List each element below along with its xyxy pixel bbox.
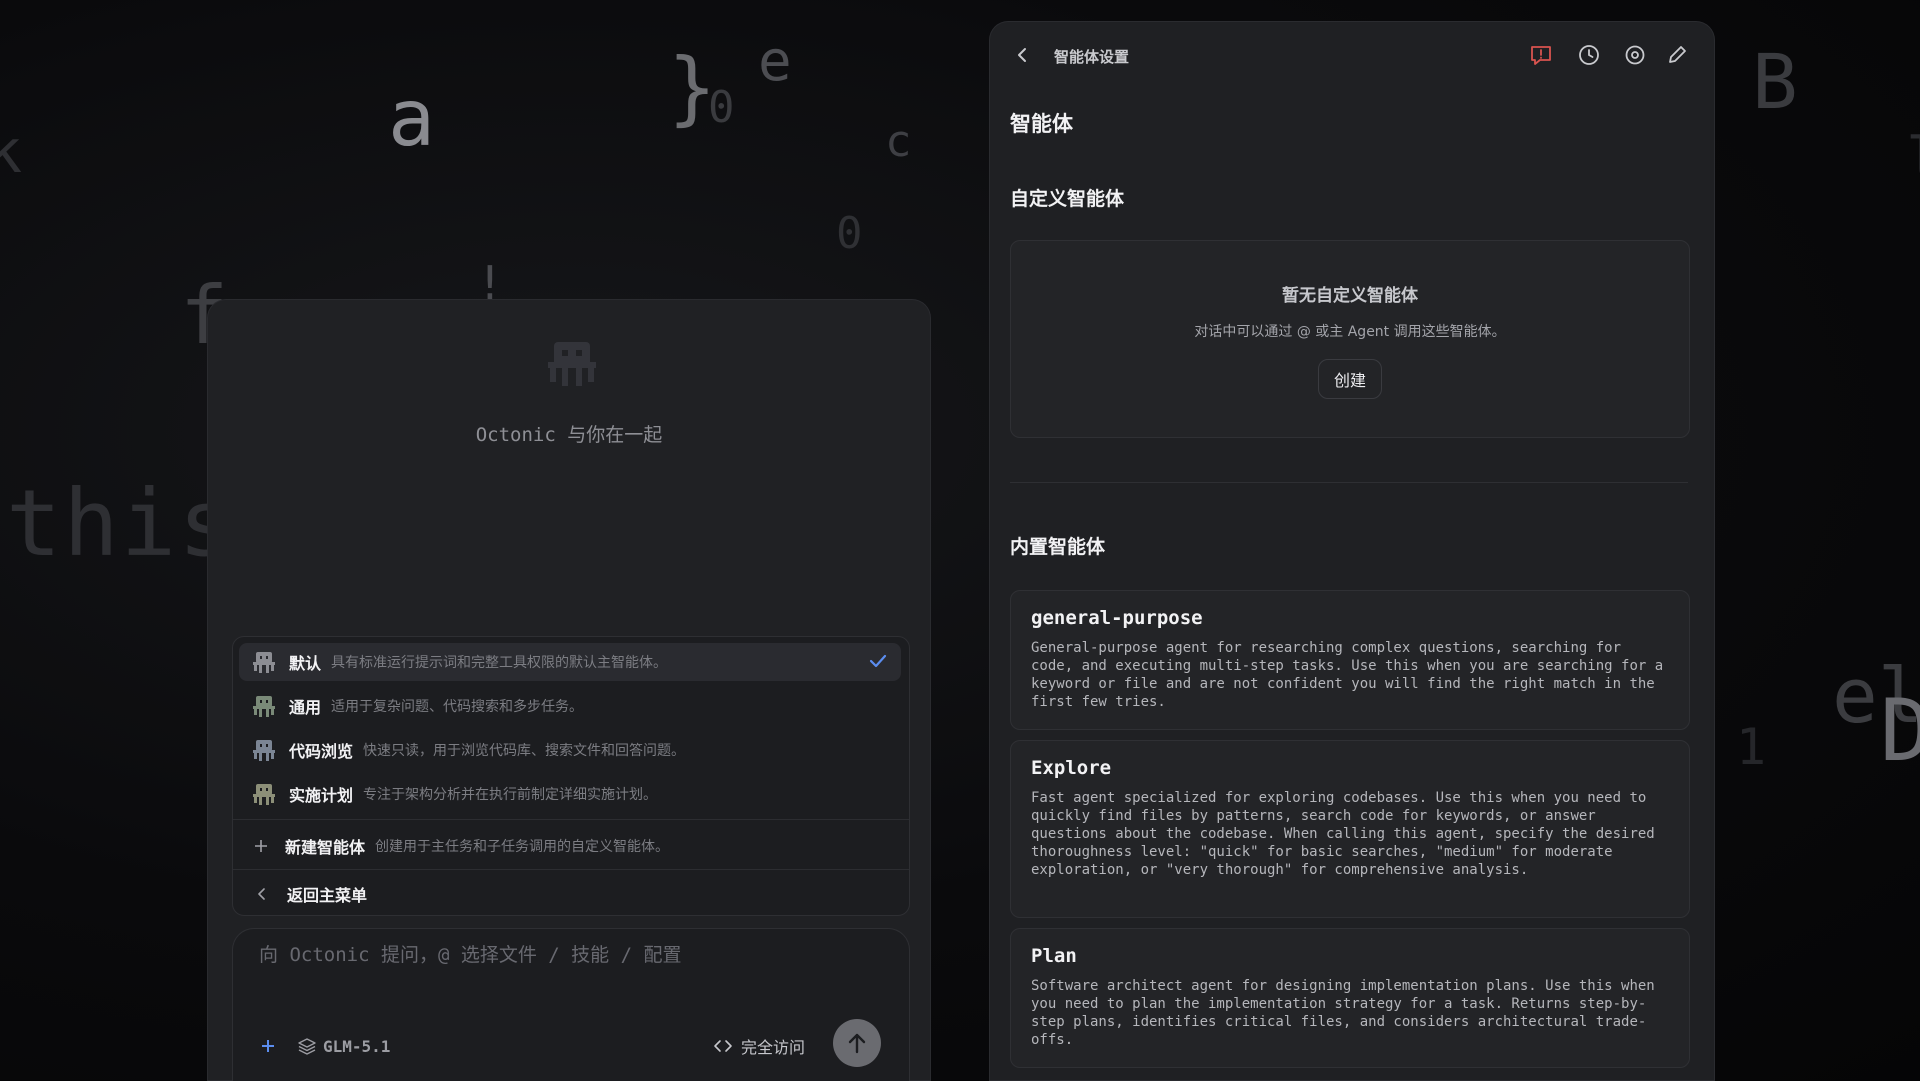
builtin-agent-card-explore[interactable]: Explore Fast agent specialized for explo… — [1010, 740, 1690, 918]
builtin-agents-heading: 内置智能体 — [1010, 536, 1106, 558]
chat-input[interactable] — [257, 943, 881, 967]
empty-state-title: 暂无自定义智能体 — [1282, 286, 1418, 306]
custom-agents-heading: 自定义智能体 — [1010, 188, 1125, 210]
back-to-main-menu[interactable]: 返回主菜单 — [239, 875, 901, 913]
agent-option-plan[interactable]: 实施计划 专注于架构分析并在执行前制定详细实施计划。 — [239, 775, 901, 813]
bg-glyph: B — [1752, 37, 1798, 126]
octopus-icon — [544, 336, 600, 390]
create-agent-button[interactable]: 创建 — [1318, 359, 1382, 399]
back-arrow-icon[interactable] — [1014, 46, 1030, 64]
new-agent-option[interactable]: 新建智能体 创建用于主任务和子任务调用的自定义智能体。 — [239, 827, 901, 865]
agent-option-description: 专注于架构分析并在执行前制定详细实施计划。 — [363, 787, 658, 803]
agent-settings-panel: 智能体设置 智能体 自定义智能体 暂无自定义智能体 对话中可以通过 @ 或主 A… — [990, 22, 1714, 1080]
agent-menu: 默认 具有标准运行提示词和完整工具权限的默认主智能体。 通用 适用于复杂问题、代… — [232, 636, 910, 916]
octopus-icon — [253, 652, 275, 673]
bg-glyph: a — [388, 74, 435, 164]
agent-card-description: General-purpose agent for researching co… — [1031, 640, 1664, 710]
bg-glyph: 1 — [1736, 718, 1767, 776]
agent-option-name: 通用 — [289, 698, 322, 717]
topbar-title: 智能体设置 — [1054, 48, 1130, 66]
bg-glyph: 0 — [836, 208, 863, 259]
code-icon — [714, 1040, 732, 1052]
agent-card-name: Plan — [1031, 945, 1077, 967]
send-button[interactable] — [833, 1019, 881, 1067]
plus-icon — [255, 840, 267, 852]
builtin-agent-card-plan[interactable]: Plan Software architect agent for design… — [1010, 928, 1690, 1068]
bg-glyph: c — [885, 116, 912, 167]
edit-icon[interactable] — [1664, 42, 1690, 68]
agent-card-name: general-purpose — [1031, 607, 1203, 629]
agent-option-name: 默认 — [289, 654, 322, 673]
welcome-tagline: Octonic 与你在一起 — [475, 424, 663, 446]
model-selector[interactable]: GLM-5.1 — [297, 1033, 390, 1059]
agent-option-name: 实施计划 — [289, 786, 354, 805]
agent-option-name: 代码浏览 — [289, 742, 354, 761]
history-icon[interactable] — [1576, 42, 1602, 68]
agent-option-code-browse[interactable]: 代码浏览 快速只读，用于浏览代码库、搜索文件和回答问题。 — [239, 731, 901, 769]
agent-option-description: 具有标准运行提示词和完整工具权限的默认主智能体。 — [331, 655, 668, 671]
octopus-icon — [253, 740, 275, 761]
bg-glyph: k — [0, 117, 23, 187]
layers-icon — [298, 1038, 316, 1055]
arrow-up-icon — [848, 1033, 866, 1054]
chat-panel: Octonic 与你在一起 默认 具有标准运行提示词和完整工具权限的默认主智能体… — [208, 300, 930, 1081]
agent-option-default[interactable]: 默认 具有标准运行提示词和完整工具权限的默认主智能体。 — [239, 643, 901, 681]
feedback-icon[interactable] — [1528, 42, 1554, 68]
menu-divider — [233, 819, 909, 820]
octopus-icon — [253, 696, 275, 717]
section-divider — [1010, 482, 1688, 483]
chevron-left-icon — [258, 888, 265, 900]
agent-card-name: Explore — [1031, 757, 1112, 779]
empty-state-description: 对话中可以通过 @ 或主 Agent 调用这些智能体。 — [1194, 324, 1506, 340]
agent-option-general[interactable]: 通用 适用于复杂问题、代码搜索和多步任务。 — [239, 687, 901, 725]
bg-glyph: l — [1906, 130, 1920, 190]
agent-option-description: 适用于复杂问题、代码搜索和多步任务。 — [331, 699, 584, 715]
octopus-icon — [253, 784, 275, 805]
bg-glyph: e — [758, 29, 792, 94]
model-name: GLM-5.1 — [323, 1036, 391, 1056]
menu-divider — [233, 869, 909, 870]
agent-card-description: Software architect agent for designing i… — [1031, 978, 1655, 1048]
settings-icon[interactable] — [1622, 42, 1648, 68]
checkmark-icon — [869, 654, 887, 668]
custom-agents-empty-state: 暂无自定义智能体 对话中可以通过 @ 或主 Agent 调用这些智能体。 创建 — [1010, 240, 1690, 438]
agent-option-description: 快速只读，用于浏览代码库、搜索文件和回答问题。 — [363, 743, 686, 759]
agent-card-description: Fast agent specialized for exploring cod… — [1031, 790, 1655, 878]
add-attachment-icon[interactable] — [259, 1037, 277, 1055]
back-label: 返回主菜单 — [287, 886, 368, 905]
access-mode-label: 完全访问 — [741, 1038, 806, 1057]
bg-glyph: D — [1880, 681, 1920, 781]
access-mode-selector[interactable]: 完全访问 — [713, 1033, 805, 1059]
bg-glyph: 0 — [708, 82, 735, 133]
bg-glyph: this — [6, 470, 236, 577]
new-agent-description: 创建用于主任务和子任务调用的自定义智能体。 — [375, 839, 670, 855]
page-title: 智能体 — [1010, 112, 1073, 136]
chat-composer: GLM-5.1 完全访问 — [232, 928, 910, 1081]
new-agent-label: 新建智能体 — [285, 838, 366, 857]
builtin-agent-card-general-purpose[interactable]: general-purpose General-purpose agent fo… — [1010, 590, 1690, 730]
